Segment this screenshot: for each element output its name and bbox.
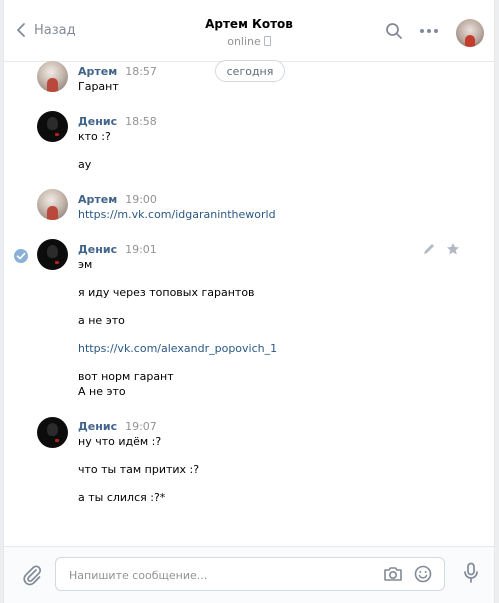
- message-link[interactable]: https://m.vk.com/idgaranintheworld: [78, 208, 276, 221]
- message-text: Гарант: [78, 80, 119, 93]
- check-icon: [16, 252, 26, 260]
- date-divider: сегодня: [215, 60, 285, 82]
- edit-button[interactable]: [422, 241, 436, 260]
- message-text: кто :?: [78, 130, 111, 143]
- avatar[interactable]: [37, 239, 68, 270]
- message-time[interactable]: 18:57: [125, 65, 157, 78]
- message-meta: Денис 18:58: [78, 115, 157, 128]
- message-time[interactable]: 19:00: [125, 193, 157, 206]
- smile-icon: [414, 565, 432, 583]
- message-composer: [4, 546, 494, 603]
- message-text: ау: [78, 158, 92, 171]
- message-text: А не это: [78, 385, 126, 398]
- message-text: эм: [78, 258, 93, 271]
- emoji-button[interactable]: [414, 565, 432, 587]
- avatar[interactable]: [37, 417, 68, 448]
- message-author[interactable]: Денис: [78, 115, 117, 128]
- message-author[interactable]: Артем: [78, 193, 117, 206]
- message-link[interactable]: https://vk.com/alexandr_popovich_1: [78, 342, 277, 355]
- status-text: online: [227, 35, 261, 48]
- camera-icon: [384, 567, 402, 581]
- contact-status: online: [4, 35, 494, 48]
- camera-button[interactable]: [383, 565, 403, 587]
- star-icon: [447, 243, 459, 255]
- message-text: а не это: [78, 314, 125, 327]
- message-meta: Денис 19:07: [78, 420, 157, 433]
- message-author[interactable]: Денис: [78, 420, 117, 433]
- message-time[interactable]: 19:01: [125, 243, 157, 256]
- favorite-button[interactable]: [446, 241, 460, 260]
- message-text: что ты там притих :?: [78, 463, 200, 476]
- message-input[interactable]: [67, 558, 371, 592]
- search-button[interactable]: [385, 22, 403, 44]
- more-button[interactable]: [420, 29, 438, 33]
- avatar[interactable]: [37, 61, 68, 92]
- message-meta: Денис 19:01: [78, 243, 157, 256]
- contact-avatar[interactable]: [456, 19, 484, 47]
- microphone-icon: [464, 562, 478, 583]
- message-meta: Артем 19:00: [78, 193, 157, 206]
- more-icon: [420, 29, 424, 33]
- message-text: вот норм гарант: [78, 370, 174, 383]
- avatar[interactable]: [37, 189, 68, 220]
- phone-icon: [263, 36, 271, 46]
- chat-header: Назад Артем Котов online: [4, 0, 494, 62]
- search-icon: [386, 23, 402, 39]
- message-text: я иду через топовых гарантов: [78, 286, 255, 299]
- avatar[interactable]: [37, 111, 68, 142]
- message-meta: Артем 18:57: [78, 65, 157, 78]
- message-author[interactable]: Артем: [78, 65, 117, 78]
- attach-button[interactable]: [22, 564, 42, 590]
- attach-icon: [23, 565, 42, 586]
- chat-window: Назад Артем Котов online сегодня Артем 18…: [3, 0, 495, 603]
- message-input-box[interactable]: [55, 557, 445, 592]
- message-time[interactable]: 18:58: [125, 115, 157, 128]
- message-time[interactable]: 19:07: [125, 420, 157, 433]
- voice-button[interactable]: [463, 562, 479, 588]
- message-author[interactable]: Денис: [78, 243, 117, 256]
- message-text: а ты слился :?*: [78, 491, 166, 504]
- edit-icon: [424, 244, 434, 254]
- selected-check[interactable]: [14, 249, 28, 263]
- message-text: ну что идём :?: [78, 435, 162, 448]
